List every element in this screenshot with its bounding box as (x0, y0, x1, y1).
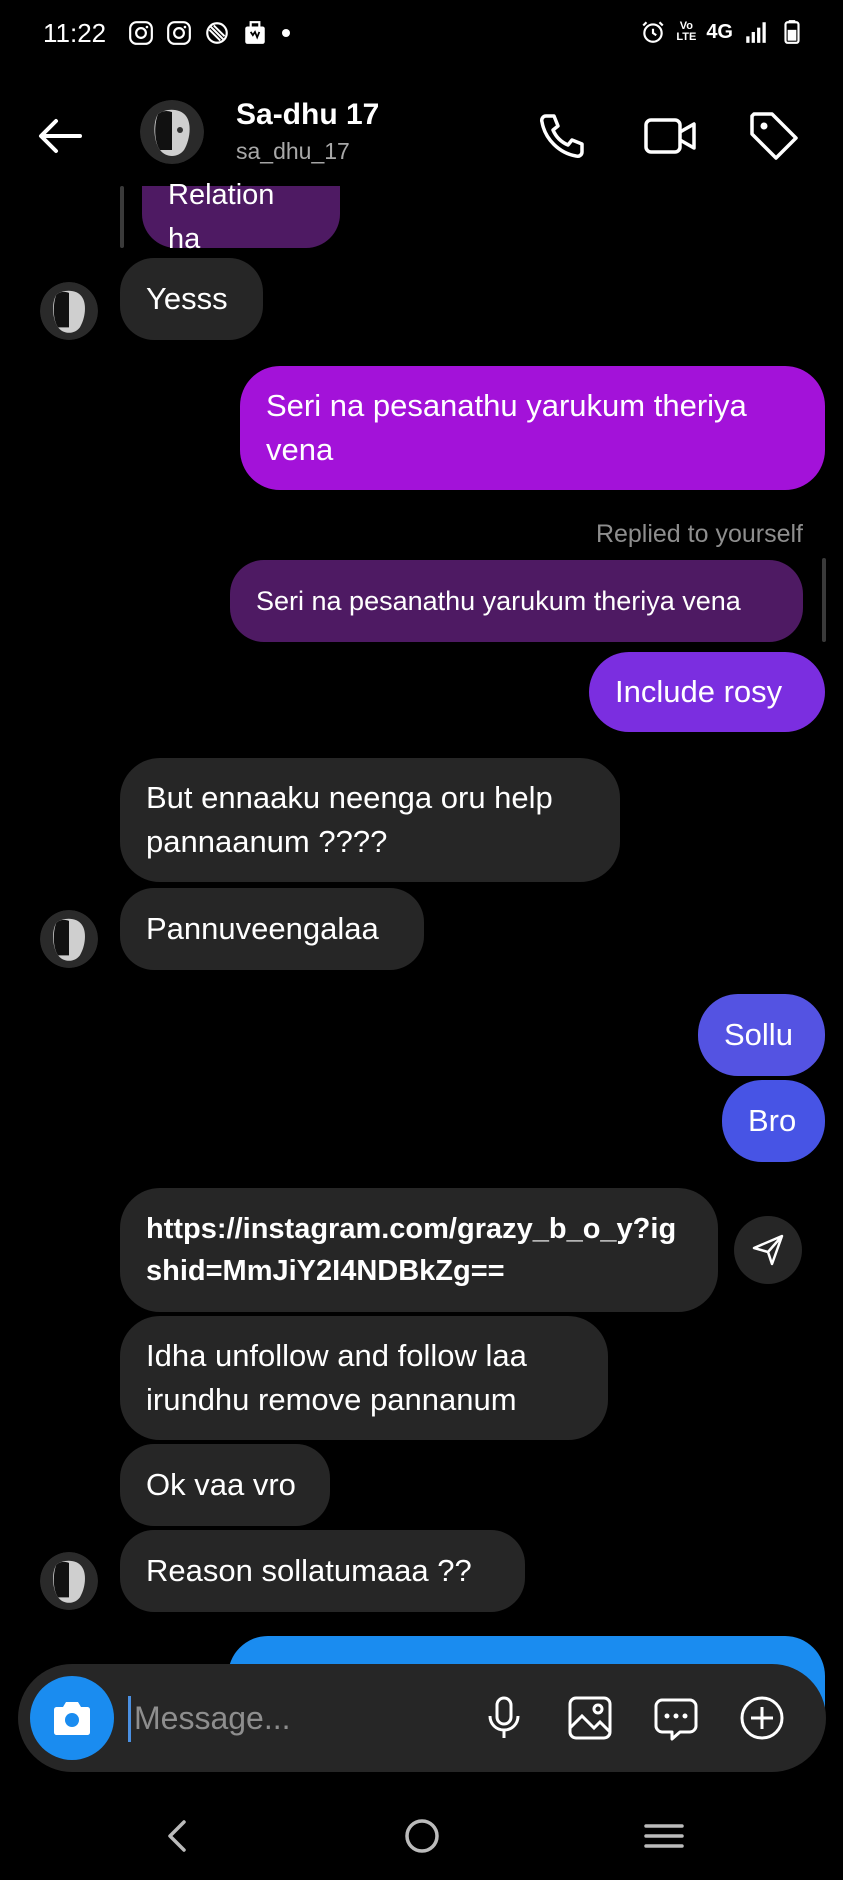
network-label: 4G (706, 20, 733, 43)
incoming-message[interactable]: Pannuveengalaa (120, 888, 424, 970)
gift-icon (245, 21, 265, 44)
avatar[interactable] (40, 910, 98, 968)
more-button[interactable] (734, 1690, 790, 1746)
shield-slash-icon (206, 22, 228, 44)
plus-icon (740, 1696, 784, 1740)
status-bar: 11:22 Vo LTE 4G (0, 0, 843, 68)
contact-name[interactable]: Sa-dhu 17 (236, 98, 379, 132)
nav-recents-icon (644, 1824, 684, 1848)
nav-home-icon (405, 1819, 439, 1853)
outgoing-message[interactable]: Sollu (698, 994, 825, 1076)
nav-back-button[interactable] (148, 1808, 208, 1864)
volte-label: Vo LTE (676, 20, 697, 43)
avatar[interactable] (40, 1552, 98, 1610)
system-nav-bar (0, 1790, 843, 1880)
camera-button[interactable] (30, 1676, 114, 1760)
chat-header: Sa-dhu 17 sa_dhu_17 (0, 86, 843, 186)
instagram-icon (129, 21, 153, 45)
outgoing-message[interactable]: Include rosy (589, 652, 825, 732)
battery-icon (784, 20, 800, 44)
instagram-icon (167, 21, 191, 45)
camera-icon (54, 1702, 90, 1735)
dot-icon (282, 29, 290, 37)
gallery-icon (568, 1696, 612, 1740)
microphone-icon (488, 1696, 520, 1738)
notification-icons (128, 20, 292, 46)
link-message[interactable]: https://instagram.com/grazy_b_o_y?igshid… (120, 1188, 718, 1312)
gallery-button[interactable] (562, 1690, 618, 1746)
alarm-icon (642, 21, 664, 43)
avatar[interactable] (140, 100, 204, 164)
incoming-message[interactable]: Ok vaa vro (120, 1444, 330, 1526)
tag-button[interactable] (744, 106, 804, 166)
nav-recents-button[interactable] (634, 1808, 694, 1864)
text-cursor (128, 1696, 131, 1742)
sticker-icon (654, 1698, 698, 1741)
reply-quote-bubble[interactable]: Relation ha (142, 179, 340, 255)
share-icon (752, 1234, 784, 1266)
contact-handle[interactable]: sa_dhu_17 (236, 138, 350, 165)
incoming-message[interactable]: But ennaaku neenga oru help pannaanum ??… (120, 758, 620, 882)
phone-icon (540, 114, 584, 158)
voice-button[interactable] (476, 1690, 532, 1746)
message-input[interactable] (134, 1690, 464, 1746)
reply-quote-bubble[interactable]: Seri na pesanathu yarukum theriya vena (230, 560, 803, 642)
message-composer (18, 1664, 826, 1772)
avatar[interactable] (40, 282, 98, 340)
back-arrow-icon (39, 119, 82, 153)
share-button[interactable] (734, 1216, 802, 1284)
video-camera-icon (644, 118, 696, 154)
video-call-button[interactable] (640, 106, 700, 166)
incoming-message[interactable]: Yesss (120, 258, 263, 340)
incoming-message[interactable]: Idha unfollow and follow laa irundhu rem… (120, 1316, 608, 1440)
audio-call-button[interactable] (532, 106, 592, 166)
outgoing-message[interactable]: Seri na pesanathu yarukum theriya vena (240, 366, 825, 490)
system-icons: Vo LTE 4G (640, 18, 805, 46)
tag-icon (750, 112, 798, 160)
sticker-button[interactable] (648, 1690, 704, 1746)
nav-back-icon (168, 1820, 186, 1852)
signal-icon (746, 22, 766, 43)
status-time: 11:22 (43, 18, 107, 48)
reply-indicator-bar (120, 186, 124, 248)
replied-label: Replied to yourself (595, 520, 803, 548)
outgoing-message[interactable]: Bro (722, 1080, 825, 1162)
nav-home-button[interactable] (392, 1808, 452, 1864)
incoming-message[interactable]: Reason sollatumaaa ?? (120, 1530, 525, 1612)
back-button[interactable] (32, 108, 88, 164)
reply-indicator-bar (822, 558, 826, 642)
